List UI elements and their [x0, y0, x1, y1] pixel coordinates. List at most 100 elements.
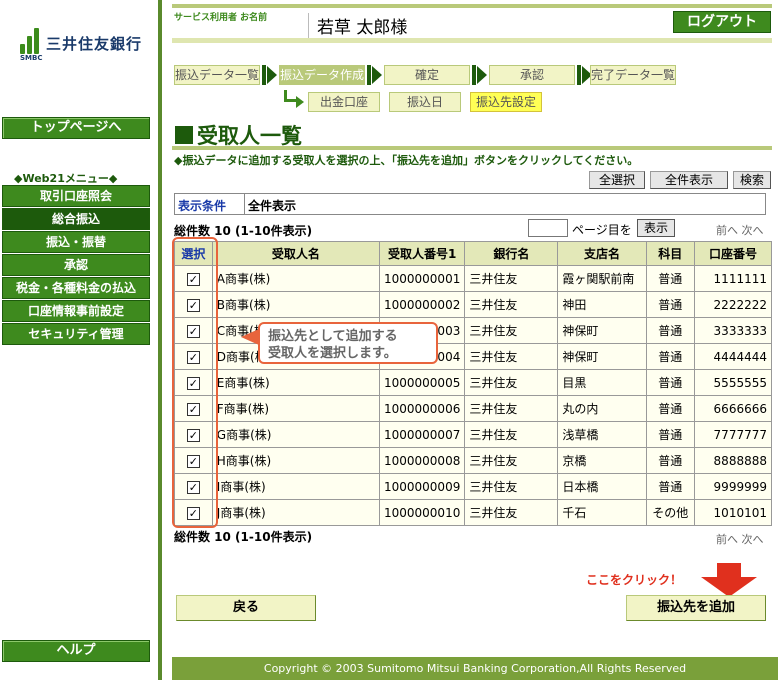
payee-table: 選択 受取人名 受取人番号1 銀行名 支店名 科目 口座番号 ✓ A商事(株) … [174, 241, 772, 526]
account-type-cell: その他 [645, 499, 696, 526]
step-arrow-icon [372, 66, 382, 84]
branch-name-cell: 神田 [557, 291, 647, 318]
sidebar-divider [158, 0, 162, 680]
table-row: ✓ A商事(株) 1000000001 三井住友 霞ヶ関駅前南 普通 11111… [174, 265, 772, 292]
logout-button[interactable]: ログアウト [673, 11, 771, 33]
account-number-cell: 7777777 [694, 421, 772, 448]
menu-title: ◆Web21メニュー◆ [14, 172, 118, 185]
search-button[interactable]: 検索 [733, 171, 771, 189]
page-number-input[interactable] [528, 219, 568, 237]
sidebar-item-tax-payment[interactable]: 税金・各種料金の払込 [2, 277, 150, 299]
branch-name-cell: 霞ヶ関駅前南 [557, 265, 647, 292]
callout-line-1: 振込先として追加する [268, 329, 398, 344]
bank-name-cell: 三井住友 [464, 317, 559, 344]
page-goto-label: ページ目を [572, 223, 632, 237]
account-type-cell: 普通 [645, 369, 696, 396]
step-arrow-bar [367, 65, 371, 85]
show-all-button[interactable]: 全件表示 [650, 171, 728, 189]
bank-name-cell: 三井住友 [464, 421, 559, 448]
account-type-cell: 普通 [645, 317, 696, 344]
bank-name-cell: 三井住友 [464, 265, 559, 292]
sidebar-menu: 取引口座照会 総合振込 振込・振替 承認 税金・各種料金の払込 口座情報事前設定… [2, 185, 150, 346]
payee-number-cell: 1000000001 [378, 265, 466, 292]
title-square-icon [175, 126, 193, 144]
branch-name-cell: 丸の内 [557, 395, 647, 422]
table-row: ✓ F商事(株) 1000000006 三井住友 丸の内 普通 6666666 [174, 395, 772, 422]
header-strip [172, 4, 772, 8]
account-type-cell: 普通 [645, 291, 696, 318]
substep-payee-setting: 振込先設定 [470, 92, 542, 112]
header-divider [172, 38, 772, 43]
payee-name-cell: I商事(株) [211, 473, 380, 500]
payee-number-cell: 1000000005 [378, 369, 466, 396]
select-all-button[interactable]: 全選択 [589, 171, 645, 189]
display-condition: 表示条件 全件表示 [174, 193, 766, 215]
payee-name-cell: E商事(株) [211, 369, 380, 396]
step-arrow-icon [477, 66, 487, 84]
sidebar-item-security[interactable]: セキュリティ管理 [2, 323, 150, 345]
user-label: サービス利用者 お名前 [174, 13, 268, 23]
account-number-cell: 6666666 [694, 395, 772, 422]
account-type-cell: 普通 [645, 447, 696, 474]
total-count-bottom: 総件数 10 (1-10件表示) [174, 530, 313, 544]
sidebar: 三井住友銀行 SMBC トップページへ ◆Web21メニュー◆ 取引口座照会 総… [0, 0, 155, 680]
add-payee-button[interactable]: 振込先を追加 [626, 595, 766, 621]
payee-number-cell: 1000000007 [378, 421, 466, 448]
bank-name-cell: 三井住友 [464, 291, 559, 318]
substep-transfer-date: 振込日 [389, 92, 461, 112]
payee-name-cell: A商事(株) [211, 265, 380, 292]
col-header-payee-name: 受取人名 [211, 241, 380, 266]
table-row: ✓ I商事(株) 1000000009 三井住友 日本橋 普通 9999999 [174, 473, 772, 500]
payee-number-cell: 1000000008 [378, 447, 466, 474]
step-create-data: 振込データ作成 [279, 65, 365, 85]
bank-name-cell: 三井住友 [464, 369, 559, 396]
branch-name-cell: 千石 [557, 499, 647, 526]
help-button[interactable]: ヘルプ [2, 640, 150, 662]
table-row: ✓ G商事(株) 1000000007 三井住友 浅草橋 普通 7777777 [174, 421, 772, 448]
col-header-bank-name: 銀行名 [464, 241, 559, 266]
sidebar-item-account-inquiry[interactable]: 取引口座照会 [2, 185, 150, 207]
branch-name-cell: 神保町 [557, 343, 647, 370]
bank-name-cell: 三井住友 [464, 395, 559, 422]
step-transfer-list: 振込データ一覧 [174, 65, 260, 85]
footer-copyright: Copyright © 2003 Sumitomo Mitsui Banking… [172, 657, 778, 680]
sidebar-item-account-settings[interactable]: 口座情報事前設定 [2, 300, 150, 322]
account-number-cell: 1010101 [694, 499, 772, 526]
payee-name-cell: J商事(株) [211, 499, 380, 526]
step-arrow-bar [472, 65, 476, 85]
account-type-cell: 普通 [645, 473, 696, 500]
substep-arrow-icon [296, 96, 304, 108]
account-number-cell: 1111111 [694, 265, 772, 292]
payee-number-cell: 1000000009 [378, 473, 466, 500]
col-header-account-type: 科目 [645, 241, 696, 266]
table-row: ✓ J商事(株) 1000000010 三井住友 千石 その他 1010101 [174, 499, 772, 526]
callout-line-2: 受取人を選択します。 [268, 346, 397, 361]
pager-nav-bottom[interactable]: 前へ 次へ [716, 531, 764, 547]
payee-number-cell: 1000000002 [378, 291, 466, 318]
col-header-payee-number: 受取人番号1 [378, 241, 466, 266]
sidebar-item-approval[interactable]: 承認 [2, 254, 150, 276]
sidebar-item-transfer[interactable]: 振込・振替 [2, 231, 150, 253]
account-number-cell: 8888888 [694, 447, 772, 474]
table-row: ✓ B商事(株) 1000000002 三井住友 神田 普通 2222222 [174, 291, 772, 318]
col-header-branch-name: 支店名 [557, 241, 647, 266]
payee-number-cell: 1000000006 [378, 395, 466, 422]
select-column-highlight [172, 237, 218, 528]
substep-withdrawal-account: 出金口座 [308, 92, 380, 112]
step-confirm: 確定 [384, 65, 470, 85]
table-row: ✓ H商事(株) 1000000008 三井住友 京橋 普通 8888888 [174, 447, 772, 474]
brand-logo: 三井住友銀行 [18, 28, 142, 54]
bank-name-cell: 三井住友 [464, 499, 559, 526]
step-completed-list: 完了データ一覧 [590, 65, 676, 85]
col-header-account-number: 口座番号 [694, 241, 772, 266]
sidebar-item-bulk-transfer[interactable]: 総合振込 [2, 208, 150, 230]
pager-nav-top[interactable]: 前へ 次へ [716, 222, 764, 238]
instruction-text: ◆振込データに追加する受取人を選択の上、「振込先を追加」ボタンをクリックしてくだ… [174, 154, 639, 167]
account-number-cell: 4444444 [694, 343, 772, 370]
page-show-button[interactable]: 表示 [637, 219, 675, 237]
bank-name-cell: 三井住友 [464, 447, 559, 474]
top-page-button[interactable]: トップページへ [2, 117, 150, 139]
back-button[interactable]: 戻る [176, 595, 316, 621]
account-type-cell: 普通 [645, 421, 696, 448]
table-header-row: 選択 受取人名 受取人番号1 銀行名 支店名 科目 口座番号 [174, 241, 772, 266]
